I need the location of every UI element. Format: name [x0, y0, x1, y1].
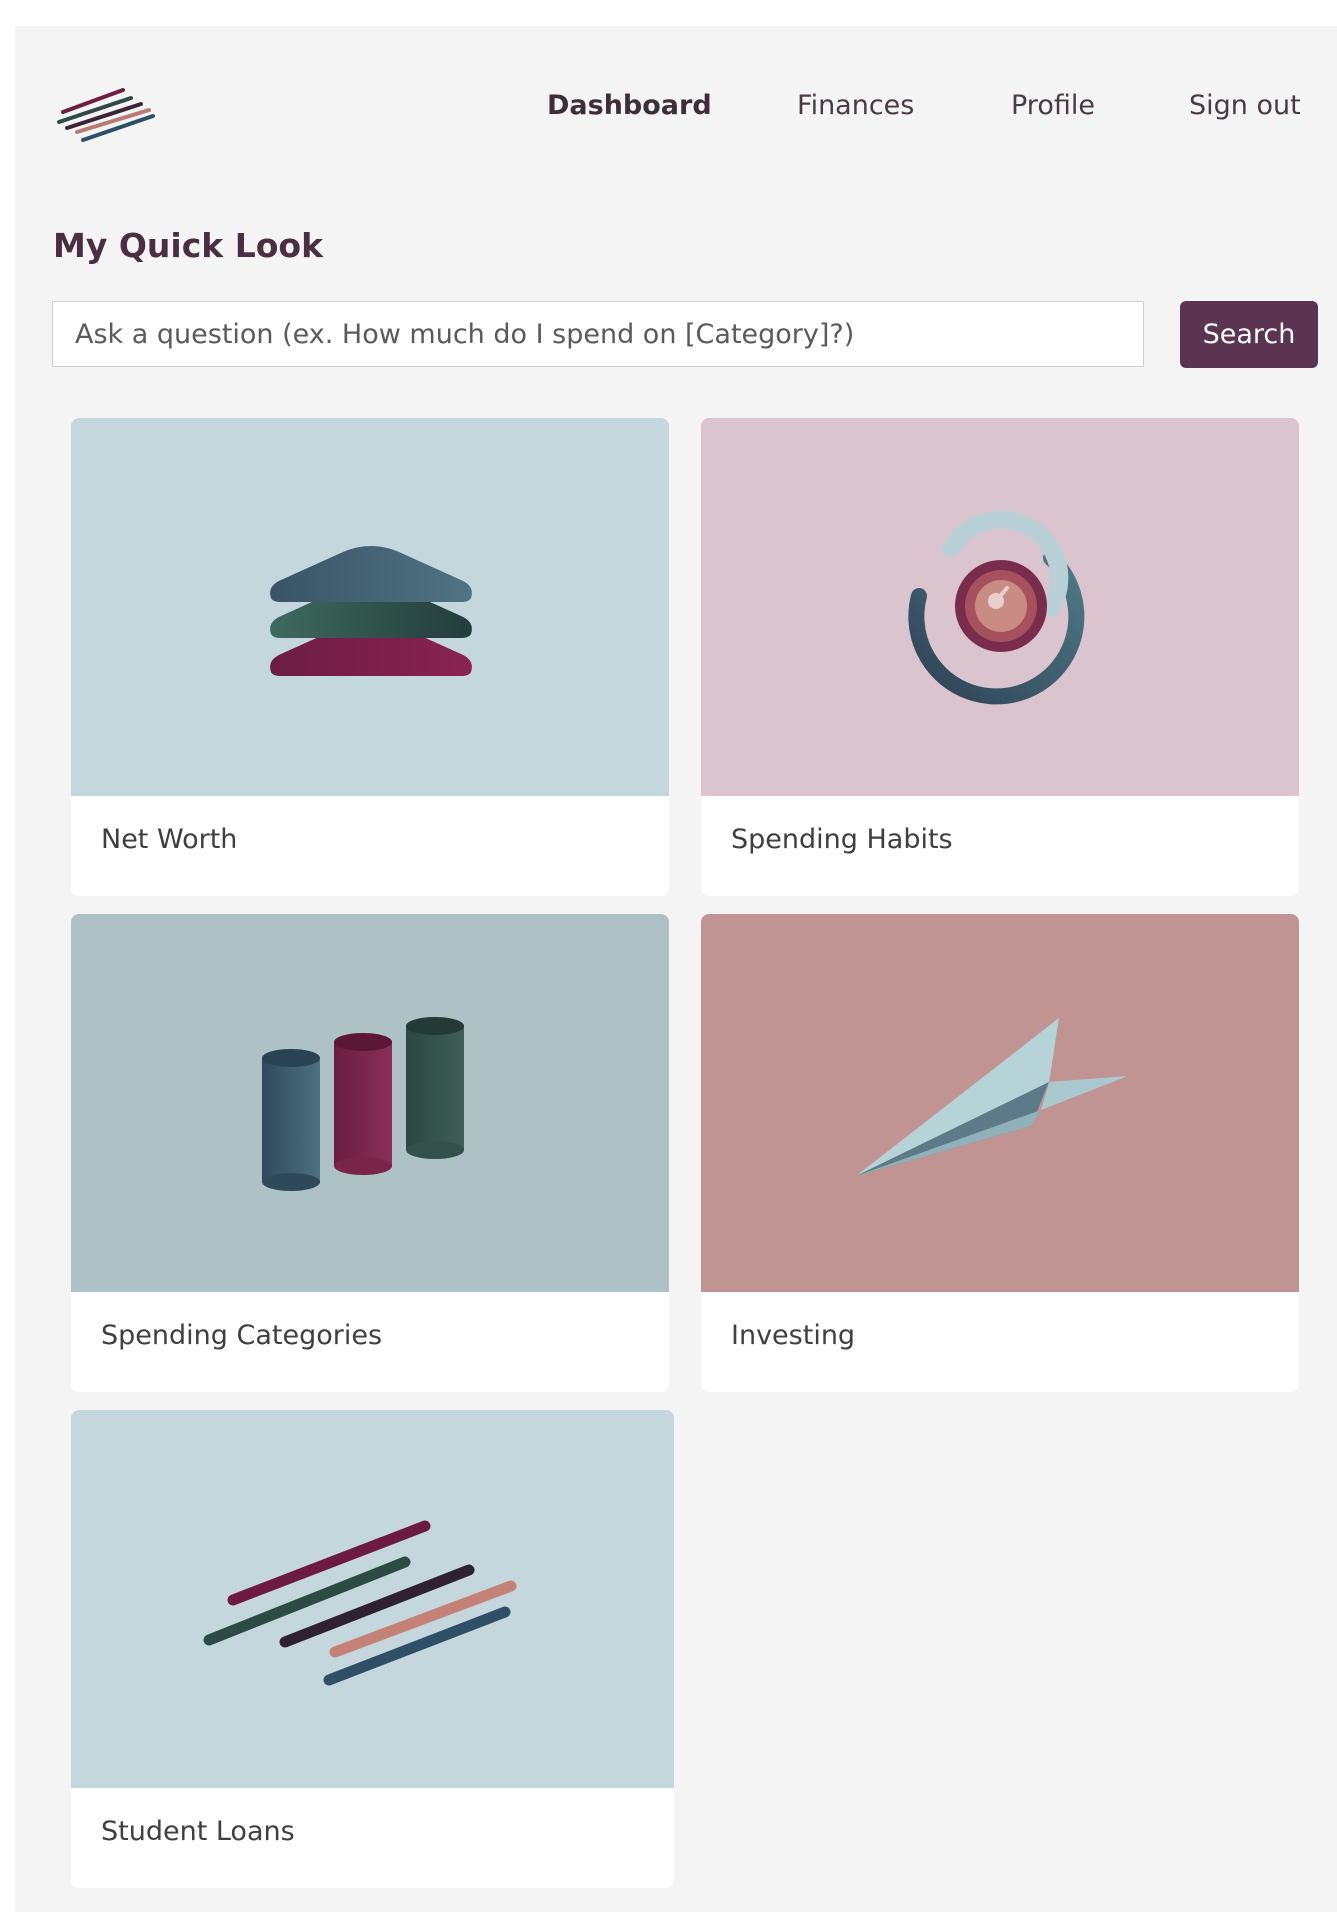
page-title: My Quick Look: [53, 226, 324, 265]
paper-plane-icon: [856, 1018, 1128, 1176]
logo-icon[interactable]: [53, 72, 163, 142]
card-spending-categories[interactable]: Spending Categories: [71, 914, 669, 1392]
nav-sign-out[interactable]: Sign out: [1189, 82, 1301, 130]
nav-finances[interactable]: Finances: [797, 82, 914, 130]
card-image: [701, 418, 1299, 796]
card-student-loans[interactable]: Student Loans: [71, 1410, 674, 1888]
card-label: Spending Categories: [101, 1320, 383, 1351]
card-label: Spending Habits: [731, 824, 953, 855]
stripes-icon: [203, 1520, 517, 1686]
card-label: Student Loans: [101, 1816, 295, 1847]
card-investing[interactable]: Investing: [701, 914, 1299, 1392]
search-input[interactable]: [52, 301, 1144, 367]
nav-profile[interactable]: Profile: [1011, 82, 1095, 130]
app-frame: Dashboard Finances Profile Sign out My Q…: [15, 26, 1337, 1912]
cylinders-icon: [262, 1017, 464, 1191]
donut-icon: [908, 510, 1085, 705]
card-image: [701, 914, 1299, 1292]
layers-icon: [270, 546, 472, 676]
card-spending-habits[interactable]: Spending Habits: [701, 418, 1299, 896]
card-label: Investing: [731, 1320, 856, 1351]
search-button[interactable]: Search: [1180, 301, 1318, 368]
nav-dashboard[interactable]: Dashboard: [547, 82, 712, 130]
card-label: Net Worth: [101, 824, 238, 855]
card-image: [71, 418, 669, 796]
card-image: [71, 1410, 674, 1788]
card-net-worth[interactable]: Net Worth: [71, 418, 669, 896]
card-image: [71, 914, 669, 1292]
